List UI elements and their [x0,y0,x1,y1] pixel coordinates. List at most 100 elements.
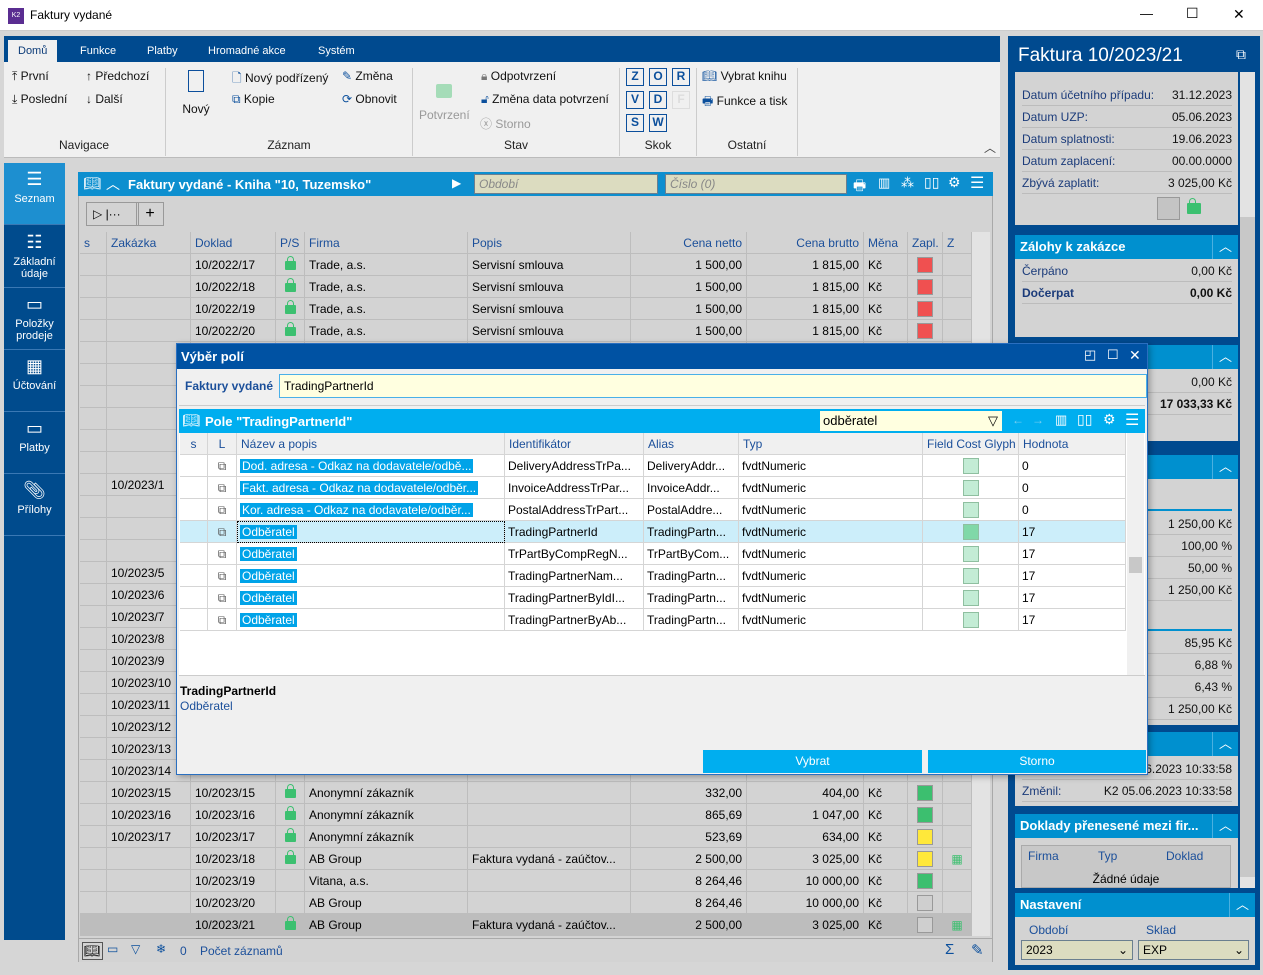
sidebar-item-5[interactable]: 📎︎ Přílohy [4,474,65,536]
table-row[interactable]: 10/2023/20 AB Group 8 264,46 10 000,00 Kč [80,892,972,914]
nastaveni-header[interactable]: Nastavení ︿ [1015,893,1255,917]
restore-icon[interactable]: ◰ [1084,347,1096,363]
chevron-up-icon[interactable]: ︿ [1212,235,1238,259]
column-header-10[interactable]: Z [943,232,972,254]
select-book-button[interactable]: 📖︎ Vybrat knihu [702,69,787,83]
unconfirm-button[interactable]: 🔒︎ Odpotvrzení [481,69,556,84]
tab-domu[interactable]: Domů [8,40,58,62]
run-button[interactable]: ▷ |··· [86,202,139,226]
doklady-header[interactable]: Doklady přenesené mezi fir... ︿ [1015,814,1238,838]
jump-r-button[interactable]: R [672,68,690,86]
chart-icon[interactable]: ▥ [1055,412,1067,428]
archive-icon[interactable]: ▭ [107,942,118,956]
column-header-5[interactable]: Popis [468,232,631,254]
chevron-up-icon[interactable]: ︿ [106,174,120,194]
dialog-column-header-4[interactable]: Alias [644,433,739,455]
table-row[interactable]: 10/2022/17 Trade, a.s. Servisní smlouva 1 5… [80,254,972,276]
filter-input[interactable]: odběratel ▽ [820,411,1002,431]
tab-system[interactable]: Systém [308,40,365,62]
group-icon[interactable]: ⁂ [901,175,914,191]
book-icon[interactable]: 📖︎ [83,175,101,192]
record-count-button[interactable]: Počet záznamů [200,944,283,958]
jump-w-button[interactable]: W [649,114,667,132]
dialog-row[interactable]: ⧉ Fakt. adresa - Odkaz na dodavatele/odbě… [180,477,1126,499]
jump-s-button[interactable]: S [626,114,644,132]
hamburger-menu-icon[interactable]: ☰ [970,173,984,193]
confirm-button[interactable]: Potvrzení [419,72,470,122]
table-row[interactable]: 10/2023/19 Vitana, a.s. 8 264,46 10 000,00 K… [80,870,972,892]
dialog-row[interactable]: ⧉ Odběratel TradingPartnerByIdI... TradingP… [180,587,1126,609]
printer-icon[interactable]: 🖶 [853,175,866,199]
chart-icon[interactable]: ▥ [878,175,890,191]
sidebar-item-1[interactable]: ☷ Základní údaje [4,226,65,288]
column-header-0[interactable]: s [80,232,107,254]
dialog-column-header-5[interactable]: Typ [739,433,923,455]
panel-scrollbar[interactable] [1240,72,1255,888]
column-header-3[interactable]: P/S [276,232,305,254]
sidebar-item-2[interactable]: ▭ Položky prodeje [4,288,65,350]
inner-grid-scrollbar[interactable] [1127,433,1144,675]
number-search-input[interactable]: Číslo (0) [665,174,847,194]
columns-icon[interactable]: ▯▯ [1077,411,1092,428]
dialog-column-header-6[interactable]: Field Cost Glyph [923,433,1019,455]
functions-print-button[interactable]: 🖶 Funkce a tisk [702,92,787,113]
arrow-right-icon[interactable]: → [1032,413,1044,427]
sum-icon[interactable]: Σ [945,941,954,958]
jump-d-button[interactable]: D [649,91,667,109]
filter-icon[interactable]: ▽ [131,942,140,956]
dialog-column-header-0[interactable]: s [180,433,208,455]
sidebar-item-0[interactable]: ☰ Seznam [4,163,65,225]
table-row[interactable]: 10/2022/19 Trade, a.s. Servisní smlouva 1 5… [80,298,972,320]
dialog-row[interactable]: ⧉ Dod. adresa - Odkaz na dodavatele/odbě.… [180,455,1126,477]
column-header-7[interactable]: Cena brutto [747,232,864,254]
maximize-button[interactable]: ☐ [1186,5,1199,22]
dialog-column-header-7[interactable]: Hodnota [1019,433,1126,455]
edit-button[interactable]: ✎ Změna [342,69,393,83]
cancel-button[interactable]: Storno [928,750,1146,773]
new-button[interactable]: Nový [182,70,210,116]
tab-funkce[interactable]: Funkce [70,40,126,62]
table-row[interactable]: 10/2023/16 10/2023/16 Anonymní zákazník 865… [80,804,972,826]
jump-f-button[interactable]: F [672,91,690,109]
dialog-row[interactable]: ⧉ Odběratel TradingPartnerByAb... TradingPa… [180,609,1126,631]
book-icon[interactable]: 📖︎ [182,412,200,429]
dialog-row[interactable]: ⧉ Odběratel TradingPartnerNam... TradingPar… [180,565,1126,587]
popout-icon[interactable]: ⧉ [1236,46,1246,63]
column-header-2[interactable]: Doklad [191,232,276,254]
obdobi-combo[interactable]: 2023 ⌄ [1021,940,1133,960]
close-button[interactable]: ✕ [1233,6,1245,23]
chevron-up-icon[interactable]: ︿ [1212,455,1238,479]
dialog-row[interactable]: ⧉ Odběratel TradingPartnerId TradingPartn..… [180,521,1126,543]
minimize-button[interactable]: — [1140,6,1153,21]
table-row[interactable]: 10/2023/21 AB Group Faktura vydaná - zaúčt… [80,914,972,936]
chevron-up-icon[interactable]: ︿ [1212,732,1238,756]
add-button[interactable]: + [136,202,164,226]
arrow-left-icon[interactable]: ← [1012,413,1024,427]
column-header-8[interactable]: Měna [864,232,908,254]
dialog-row[interactable]: ⧉ Odběratel TrPartByCompRegN... TrPartByCom… [180,543,1126,565]
chevron-up-icon[interactable]: ︿ [1229,893,1255,917]
table-row[interactable]: 10/2022/20 Trade, a.s. Servisní smlouva 1 5… [80,320,972,342]
dialog-column-header-1[interactable]: L [208,433,237,455]
copy-button[interactable]: ⧉ Kopie [232,92,275,107]
chevron-up-icon[interactable]: ︿ [1212,814,1238,838]
storno-button[interactable]: ⓧ Storno [480,115,531,132]
snowflake-icon[interactable]: ❄ [156,942,166,956]
chevron-up-icon[interactable]: ︿ [1212,345,1238,369]
column-header-4[interactable]: Firma [305,232,468,254]
table-row[interactable]: 10/2023/17 10/2023/17 Anonymní zákazník 523… [80,826,972,848]
book-icon[interactable]: 📖︎ [82,942,103,960]
jump-z-button[interactable]: Z [626,68,644,86]
first-button[interactable]: ⤒ První [12,69,49,84]
pencil-icon[interactable]: ✎ [971,941,984,959]
column-header-1[interactable]: Zakázka [107,232,191,254]
select-button[interactable]: Vybrat [703,750,922,773]
column-header-9[interactable]: Zapl. [908,232,943,254]
columns-icon[interactable]: ▯▯ [924,174,939,191]
table-row[interactable]: 10/2023/18 AB Group Faktura vydaná - zaúčt… [80,848,972,870]
last-button[interactable]: ⤓ Poslední [12,92,67,107]
dialog-column-header-2[interactable]: Název a popis [237,433,505,455]
sidebar-item-3[interactable]: ▦ Účtování [4,350,65,412]
refresh-button[interactable]: ⟳ Obnovit [342,92,397,106]
next-button[interactable]: ↓ Další [86,92,123,106]
